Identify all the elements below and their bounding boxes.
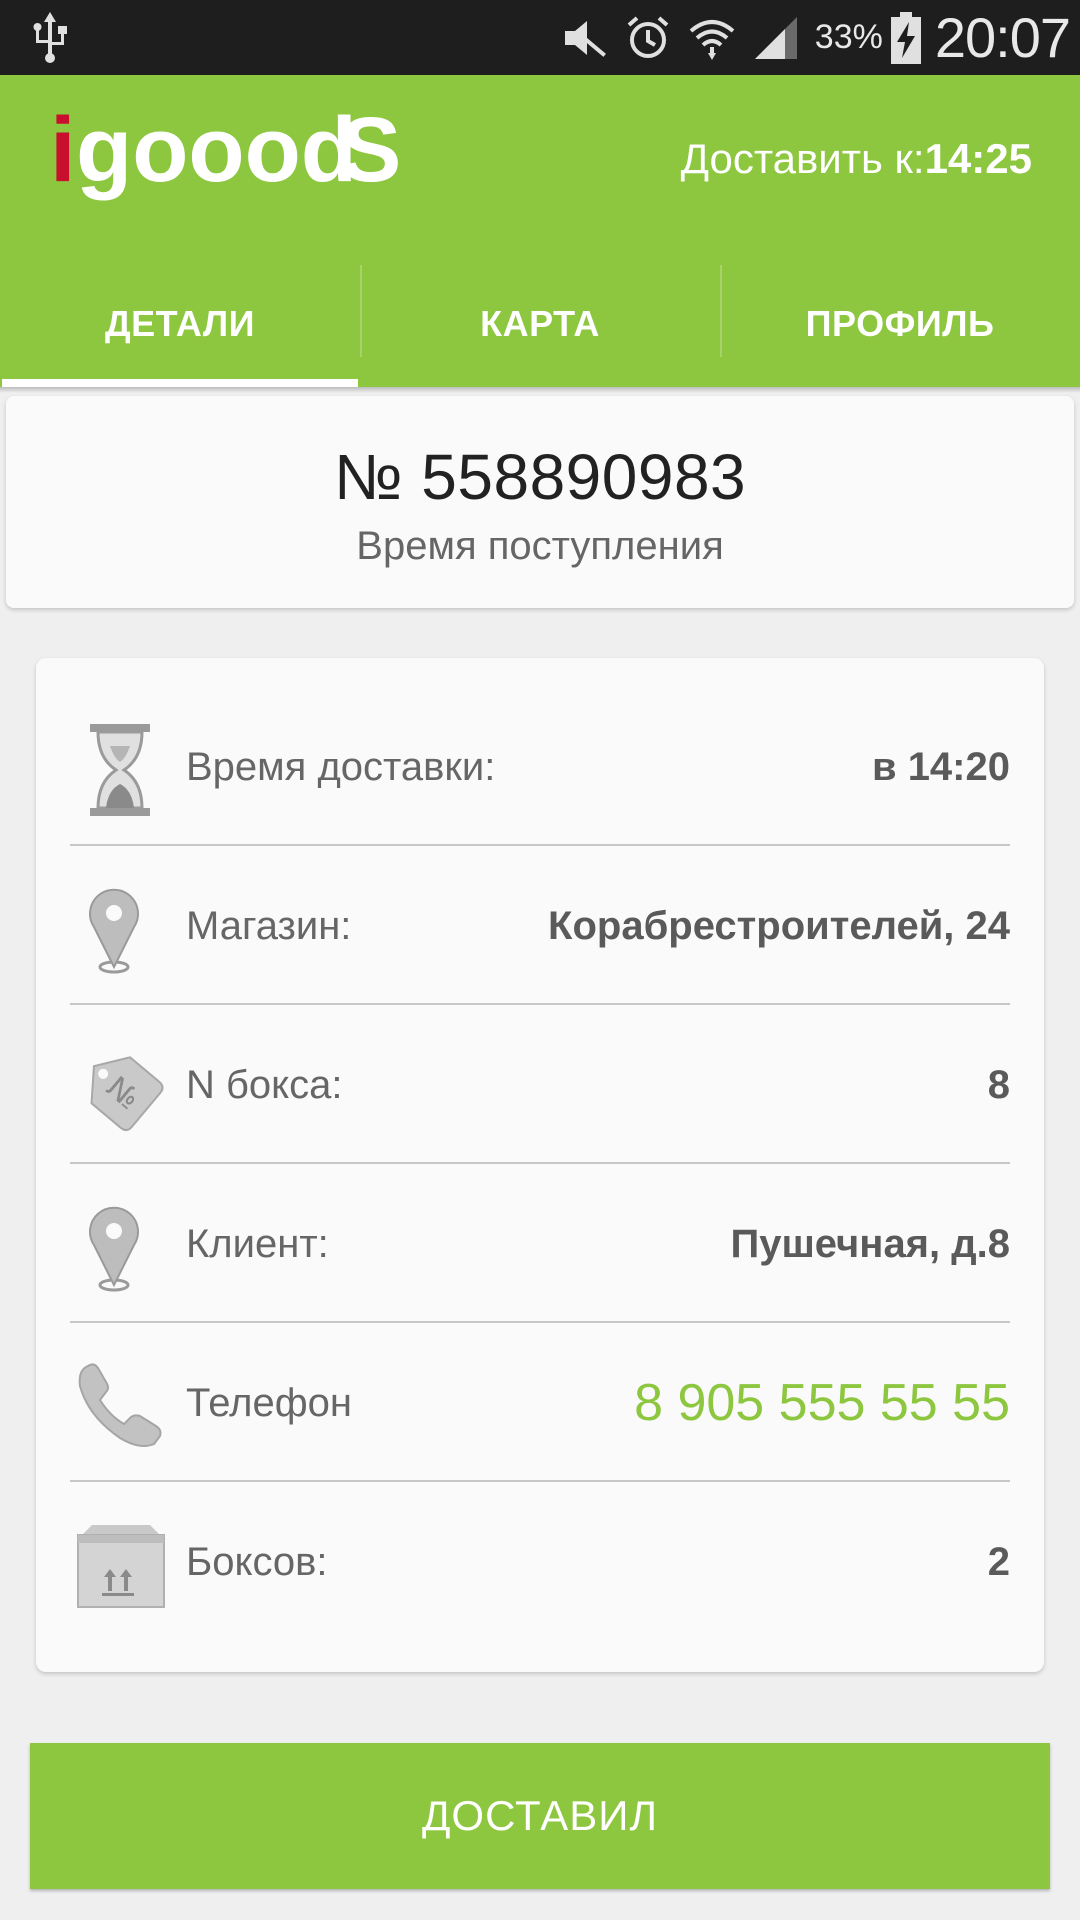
order-details-card: Время доставки: в 14:20 Магазин: Корабре… [36, 658, 1044, 1672]
map-pin-icon [89, 888, 139, 974]
wifi-icon [689, 19, 735, 60]
phone-number-link[interactable]: 8 905 555 55 55 [634, 1324, 1010, 1482]
detail-value: 2 [987, 1540, 1010, 1584]
row-divider [70, 1162, 1010, 1164]
detail-value: 8 [987, 1063, 1010, 1107]
phone-icon [78, 1363, 162, 1447]
box-icon [77, 1525, 165, 1608]
usb-icon [33, 12, 67, 63]
tab-profile[interactable]: ПРОФИЛЬ [720, 265, 1080, 387]
row-divider [70, 1321, 1010, 1323]
detail-label: Телефон [186, 1381, 352, 1425]
order-number: № 558890983 [333, 441, 747, 513]
igoods-logo: i goood S [50, 103, 401, 201]
detail-row-delivery-time: Время доставки: в 14:20 [70, 688, 1010, 846]
svg-text:i: i [50, 103, 76, 201]
detail-row-box-number: № N бокса: 8 [70, 1006, 1010, 1164]
status-bar: 33% 20:07 [0, 0, 1080, 75]
row-divider [70, 1003, 1010, 1005]
app-bar-shadow [0, 387, 1080, 393]
order-received-time: Время поступления [356, 524, 724, 568]
row-divider [70, 844, 1010, 846]
detail-label: Боксов: [186, 1540, 328, 1584]
row-divider [70, 1480, 1010, 1482]
detail-label: N бокса: [186, 1063, 343, 1107]
detail-label: Клиент: [186, 1222, 329, 1266]
clock: 20:07 [934, 6, 1071, 69]
alarm-icon [627, 15, 669, 58]
detail-value: Пушечная, д.8 [730, 1222, 1010, 1266]
tab-map-label: КАРТА [480, 303, 600, 344]
delivered-button[interactable]: ДОСТАВИЛ [30, 1743, 1050, 1889]
detail-label: Магазин: [186, 904, 352, 948]
app-bar: i goood S Доставить к:14:25 ДЕТАЛИ КАРТА… [0, 75, 1080, 387]
detail-row-client: Клиент: Пушечная, д.8 [70, 1165, 1010, 1323]
battery-percent: 33% [814, 18, 883, 56]
tab-map[interactable]: КАРТА [360, 265, 720, 387]
signal-icon [754, 16, 797, 59]
battery-charging-icon [890, 11, 921, 64]
mute-icon [564, 20, 606, 57]
detail-row-box-count: Боксов: 2 [70, 1483, 1010, 1641]
tab-details[interactable]: ДЕТАЛИ [0, 265, 360, 387]
svg-text:S: S [340, 103, 401, 201]
tab-details-label: ДЕТАЛИ [105, 303, 255, 344]
deliver-by-value: 14:25 [924, 135, 1032, 182]
detail-row-phone: Телефон 8 905 555 55 55 [70, 1324, 1010, 1482]
map-pin-icon [89, 1206, 139, 1292]
deliver-by-time: Доставить к:14:25 [681, 135, 1032, 183]
svg-text:goood: goood [76, 103, 357, 201]
detail-value: Корабрестроителей, 24 [548, 904, 1010, 948]
deliver-by-label: Доставить к: [680, 135, 925, 182]
detail-label: Время доставки: [186, 745, 496, 789]
detail-value: в 14:20 [871, 745, 1010, 789]
tab-bar: ДЕТАЛИ КАРТА ПРОФИЛЬ [0, 265, 1080, 387]
tab-profile-label: ПРОФИЛЬ [805, 303, 995, 344]
tag-icon: № [90, 1056, 164, 1132]
hourglass-icon [90, 724, 150, 816]
detail-row-store: Магазин: Корабрестроителей, 24 [70, 847, 1010, 1005]
order-header-card: № 558890983 Время поступления [6, 396, 1074, 608]
